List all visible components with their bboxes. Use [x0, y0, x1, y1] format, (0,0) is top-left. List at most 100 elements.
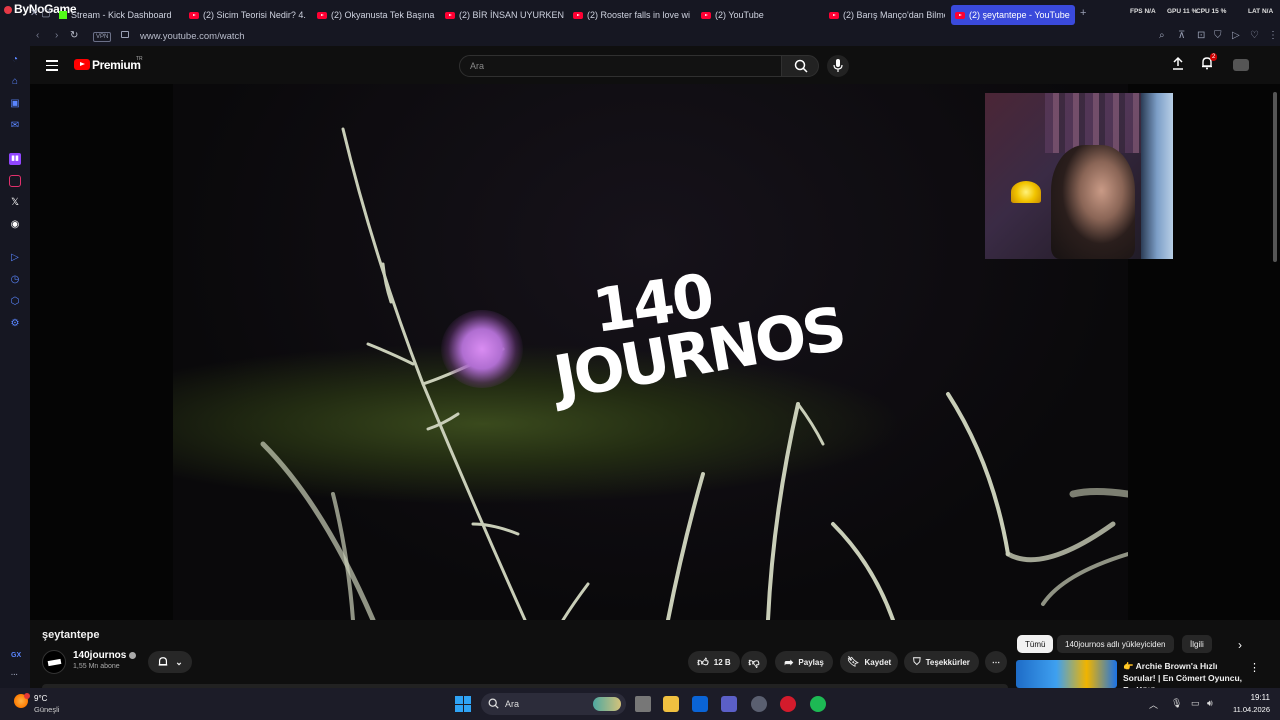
fps-stat: FPS N/A	[1130, 8, 1156, 15]
tab-label: (2) Barış Manço'dan Bilme	[843, 10, 945, 20]
save-button[interactable]: 🔖︎ Kaydet	[840, 651, 898, 673]
bot-icon[interactable]: ⌂	[9, 76, 21, 88]
instagram-icon[interactable]	[9, 175, 21, 187]
taskbar-search[interactable]: Ara	[481, 693, 626, 715]
search-icon	[488, 698, 499, 709]
heart-icon[interactable]: ♡	[1250, 30, 1259, 41]
task-view-icon[interactable]	[635, 696, 651, 712]
file-explorer-icon[interactable]	[663, 696, 679, 712]
recommendation-thumbnail[interactable]	[1016, 660, 1117, 688]
tray-expand-icon[interactable]: ︿	[1149, 698, 1158, 711]
mail-icon[interactable]: ✉	[9, 120, 21, 132]
upload-button[interactable]	[1171, 56, 1185, 75]
mic-icon	[833, 59, 843, 72]
search-box[interactable]	[459, 55, 782, 77]
tab-okyanusta[interactable]: (2) Okyanusta Tek Başına	[313, 5, 438, 25]
youtube-header: Premium TR 2	[30, 46, 1280, 84]
speed-dial-icon[interactable]: ◔	[9, 54, 21, 66]
tab-baris-manco[interactable]: (2) Barış Manço'dan Bilme	[825, 5, 945, 25]
taskbar-search-label: Ara	[505, 699, 520, 709]
opera-gx-icon[interactable]	[780, 696, 796, 712]
channel-avatar[interactable]	[42, 650, 66, 674]
shield-icon[interactable]: ⛉	[1214, 30, 1222, 41]
browser-sidebar: ◔ ⌂ ▣ ✉ ▮▮ 𝕏 ◉ ▷ ◷ ⬡ ⚙ GX ···	[0, 46, 30, 688]
webcam-wall-photos	[1045, 93, 1141, 153]
clock-date[interactable]: 11.04.2026	[1210, 705, 1270, 714]
tab-sicim-teorisi[interactable]: (2) Sicim Teorisi Nedir? 4.	[185, 5, 310, 25]
lat-stat: LAT N/A	[1248, 8, 1274, 15]
outlook-icon[interactable]	[692, 696, 708, 712]
spotify-icon[interactable]	[810, 696, 826, 712]
url-field[interactable]: www.youtube.com/watch	[140, 31, 245, 42]
account-avatar[interactable]	[1233, 59, 1249, 71]
history-icon[interactable]: ◷	[9, 274, 21, 286]
tab-label: (2) YouTube	[715, 10, 764, 20]
channel-name-text[interactable]: 140journos	[73, 650, 126, 661]
window-menu-icon[interactable]: ✕ ▢	[30, 8, 51, 19]
forward-icon[interactable]: ›	[55, 30, 58, 41]
voice-search-button[interactable]	[827, 55, 849, 77]
youtube-logo-icon[interactable]	[74, 59, 90, 70]
chips-next-icon[interactable]: ›	[1238, 638, 1242, 652]
channel-name[interactable]: 140journos	[73, 650, 137, 661]
youtube-icon	[317, 11, 327, 19]
save-label: Kaydet	[864, 657, 892, 667]
dislike-button[interactable]: 👎︎	[741, 651, 767, 673]
chip-from-uploader[interactable]: 140journos adlı yükleyiciden	[1057, 635, 1174, 653]
chip-all[interactable]: Tümü	[1017, 635, 1054, 653]
vpn-badge[interactable]: VPN	[93, 32, 112, 42]
menu-icon[interactable]: ⋮	[1268, 30, 1278, 41]
share-button[interactable]: ➦ Paylaş	[775, 651, 833, 673]
app-icon[interactable]	[751, 696, 767, 712]
weather-description[interactable]: Güneşli	[34, 705, 59, 714]
tab-rooster[interactable]: (2) Rooster falls in love wi	[569, 5, 694, 25]
reload-icon[interactable]: ↻	[70, 30, 78, 41]
windows-taskbar: 9°C Güneşli Ara ︿ 🎙︎ ▭ 🔊︎ 19:11 11.04.20…	[0, 688, 1280, 720]
like-count: 12 B	[713, 657, 731, 667]
subscribe-bell-button[interactable]: ⌄	[148, 651, 192, 673]
zoom-icon[interactable]: ⌕	[1159, 30, 1165, 41]
player-icon[interactable]: ▷	[9, 252, 21, 264]
extensions-icon[interactable]: ⬡	[9, 296, 21, 308]
chip-related[interactable]: İlgili	[1182, 635, 1212, 653]
video-title-art: 140 JOURNOS	[549, 261, 913, 419]
more-actions-button[interactable]: ⋯	[985, 651, 1007, 673]
browser-tab-bar: ByNoGame ✕ ▢ Stream - Kick Dashboard (2)…	[0, 0, 1280, 28]
youtube-icon	[829, 11, 839, 19]
search-input[interactable]	[470, 59, 770, 73]
youtube-logo-text[interactable]: Premium	[92, 58, 141, 72]
thanks-button[interactable]: ⛉ Teşekkürler	[904, 651, 979, 673]
recommendation-more-icon[interactable]: ⋮	[1249, 661, 1260, 674]
teams-icon[interactable]	[721, 696, 737, 712]
hamburger-menu-icon[interactable]	[46, 60, 58, 74]
player-icon[interactable]: ▷	[1232, 30, 1240, 41]
back-icon[interactable]: ‹	[36, 30, 39, 41]
tab-label: (2) Sicim Teorisi Nedir? 4.	[203, 10, 306, 20]
sidebar-more-icon[interactable]: ···	[11, 672, 18, 679]
new-tab-button[interactable]: +	[1080, 7, 1086, 19]
chat-icon[interactable]: ▣	[9, 98, 21, 110]
search-button[interactable]	[781, 55, 819, 77]
like-button[interactable]: 👍︎ 12 B	[688, 651, 740, 673]
tab-youtube[interactable]: (2) YouTube	[697, 5, 822, 25]
twitch-icon[interactable]: ▮▮	[9, 153, 21, 165]
discord-icon[interactable]: ◉	[9, 219, 21, 231]
tab-seytantepe-active[interactable]: (2) şeytantepe - YouTube	[951, 5, 1075, 25]
clock-time[interactable]: 19:11	[1220, 693, 1270, 702]
temperature[interactable]: 9°C	[34, 694, 47, 703]
page-scrollbar[interactable]	[1273, 92, 1277, 262]
lock-icon[interactable]	[121, 31, 129, 38]
cpu-stat: CPU 15 %	[1196, 8, 1227, 15]
start-button[interactable]	[455, 696, 471, 712]
display-tray-icon[interactable]: ▭	[1191, 698, 1200, 709]
microphone-tray-icon[interactable]: 🎙︎	[1171, 698, 1182, 709]
x-icon[interactable]: 𝕏	[9, 197, 21, 209]
video-player[interactable]: 140 JOURNOS	[30, 84, 1280, 620]
settings-icon[interactable]: ⚙	[9, 318, 21, 330]
snapshot-icon[interactable]: ⊡	[1197, 30, 1205, 41]
pin-icon[interactable]: ⊼	[1178, 30, 1185, 41]
gx-corner-icon[interactable]: GX	[11, 652, 21, 659]
verified-icon	[129, 651, 137, 659]
tab-bir-insan[interactable]: (2) BİR İNSAN UYURKEN	[441, 5, 566, 25]
tab-kick-dashboard[interactable]: Stream - Kick Dashboard	[55, 5, 183, 25]
